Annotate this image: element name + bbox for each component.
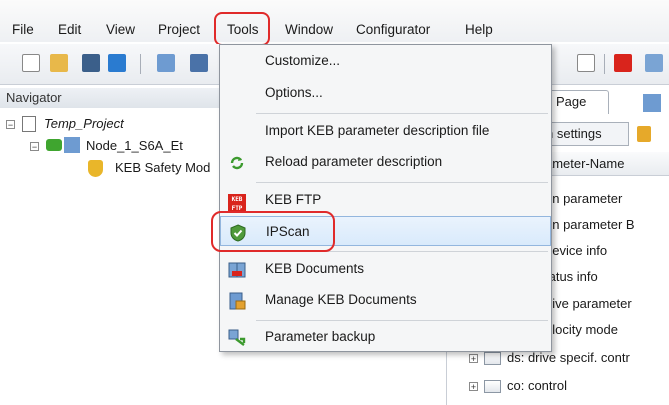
keb-book-icon[interactable] [157,54,175,72]
keb-documents-icon [228,260,246,278]
connection-plug-icon [46,139,62,151]
expand-icon[interactable]: + [469,382,478,392]
safety-shield-icon [88,160,103,177]
keb-device-icon[interactable] [614,54,632,72]
menu-item-label: KEB Documents [265,261,365,276]
open-folder-icon[interactable] [50,54,68,72]
menu-bar: File Edit View Project Tools Window Conf… [0,0,669,42]
tab-settings[interactable]: n settings [539,122,629,146]
menu-configurator[interactable]: Configurator [356,22,430,37]
menu-item-label: Options... [265,85,323,100]
param-row[interactable]: lrive parameter [545,291,632,317]
menu-separator [256,113,548,114]
keb-ftp-badge-top: KEB [231,196,243,203]
network-icon[interactable] [645,54,663,72]
tree-row-co[interactable]: + co: control [469,374,567,398]
parameter-backup-icon [228,328,246,346]
tree-label: co: control [507,378,567,393]
collapse-icon[interactable]: − [30,142,39,152]
menu-item-import-keb-parameter-description[interactable]: Import KEB parameter description file [220,116,551,146]
import-icon[interactable] [108,54,126,72]
param-row[interactable]: tatus info [545,264,598,290]
param-row[interactable]: device info [545,238,607,264]
tree-label: Node_1_S6A_Et [86,138,183,153]
menu-file[interactable]: File [12,22,34,37]
param-row[interactable]: elocity mode [545,317,618,343]
param-row[interactable]: un parameter [545,186,622,212]
menu-item-parameter-backup[interactable]: Parameter backup [220,322,551,352]
save-icon[interactable] [82,54,100,72]
expand-icon[interactable]: + [469,354,478,364]
ipscan-highlight-ring [211,211,335,252]
tools-highlight-ring [214,12,270,46]
keb-device-icon [64,137,80,153]
folder-icon [484,352,501,366]
manage-icon[interactable] [190,54,208,72]
menu-edit[interactable]: Edit [58,22,81,37]
reload-icon [228,153,246,171]
menu-item-manage-keb-documents[interactable]: Manage KEB Documents [220,285,551,315]
menu-item-customize[interactable]: Customize... [220,46,551,76]
menu-item-label: Manage KEB Documents [265,292,417,307]
tree-label: Temp_Project [44,116,124,131]
menu-separator [256,320,548,321]
param-row[interactable]: un parameter B [545,212,635,238]
tree-label: ds: drive specif. contr [507,350,630,365]
menu-window[interactable]: Window [285,22,333,37]
document-icon[interactable] [577,54,595,72]
menu-help[interactable]: Help [465,22,493,37]
new-file-icon[interactable] [22,54,40,72]
tree-label: KEB Safety Mod [115,160,211,175]
keb-tab-icon[interactable] [643,94,661,112]
menu-separator [256,182,548,183]
project-icon [22,116,36,132]
keb-ftp-icon: KEB FTP [228,191,246,212]
menu-item-label: Import KEB parameter description file [265,123,490,138]
menu-item-reload-parameter-description[interactable]: Reload parameter description [220,147,551,177]
menu-project[interactable]: Project [158,22,200,37]
menu-item-label: Reload parameter description [265,154,443,169]
folder-icon [484,380,501,394]
collapse-icon[interactable]: − [6,120,15,130]
manage-documents-icon [228,291,246,310]
key-icon[interactable] [637,126,651,142]
tools-dropdown-menu: Customize... Options... Import KEB param… [219,44,552,352]
toolbar-separator [604,54,605,74]
menu-item-label: Parameter backup [265,329,376,344]
menu-view[interactable]: View [106,22,135,37]
toolbar-separator [140,54,141,74]
menu-item-keb-documents[interactable]: KEB Documents [220,254,551,284]
menu-item-label: Customize... [265,53,341,68]
column-header-parameter-name[interactable]: ameter-Name [539,152,669,176]
menu-item-options[interactable]: Options... [220,78,551,108]
